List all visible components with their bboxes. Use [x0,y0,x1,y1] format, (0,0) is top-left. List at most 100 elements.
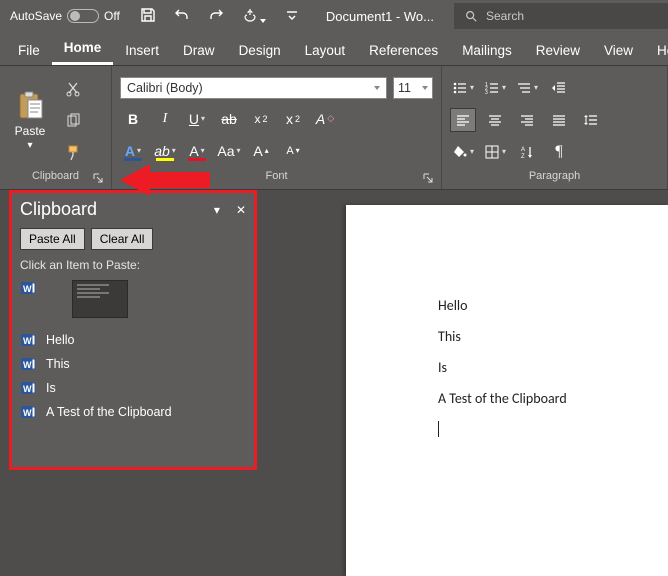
autosave-switch[interactable] [67,9,99,23]
word-icon: W [20,280,36,296]
autosave-state: Off [104,9,120,23]
bold-button[interactable]: B [120,107,146,131]
tab-help[interactable]: Help [645,36,668,65]
word-icon: W [20,332,36,348]
svg-text:Z: Z [521,154,525,160]
clipboard-item-text: This [46,357,70,371]
font-family-value: Calibri (Body) [127,81,203,95]
bullets-button[interactable]: ▾ [450,76,476,100]
clipboard-item[interactable]: W Is [20,378,246,398]
chevron-down-icon [422,86,428,90]
cut-button[interactable] [62,78,84,100]
svg-text:W: W [23,336,32,346]
search-placeholder: Search [486,9,524,23]
tab-home[interactable]: Home [52,33,114,65]
pane-close-icon[interactable]: ✕ [236,203,246,217]
grow-font-button[interactable]: A▴ [248,139,274,163]
justify-button[interactable] [546,108,572,132]
tab-design[interactable]: Design [227,36,293,65]
clipboard-item-text: Is [46,381,56,395]
pane-options-icon[interactable]: ▾ [214,203,220,217]
multilevel-list-button[interactable]: ▾ [514,76,540,100]
align-right-button[interactable] [514,108,540,132]
document-title: Document1 - Wo... [326,9,434,24]
paragraph-group-label: Paragraph [529,170,580,182]
clipboard-item-text: A Test of the Clipboard [46,405,172,419]
subscript-button[interactable]: x2 [248,107,274,131]
format-painter-button[interactable] [62,142,84,164]
font-size-select[interactable]: 11 [393,77,433,99]
clipboard-pane-hint: Click an Item to Paste: [12,254,254,278]
word-icon: W [20,404,36,420]
clipboard-pane: Clipboard ▾ ✕ Paste All Clear All Click … [9,190,257,470]
highlight-button[interactable]: ab▾ [152,139,178,163]
align-center-button[interactable] [482,108,508,132]
search-box[interactable]: Search [454,3,668,29]
shrink-font-button[interactable]: A▾ [280,139,306,163]
font-family-select[interactable]: Calibri (Body) [120,77,387,99]
text-effects-button[interactable]: A▾ [120,139,146,163]
svg-text:W: W [23,408,32,418]
decrease-indent-button[interactable] [546,76,572,100]
search-icon [464,9,478,23]
superscript-button[interactable]: x2 [280,107,306,131]
change-case-button[interactable]: Aa▾ [216,139,242,163]
clipboard-pane-title: Clipboard [20,199,97,220]
italic-button[interactable]: I [152,107,178,131]
tab-insert[interactable]: Insert [113,36,171,65]
redo-icon[interactable] [208,7,224,26]
ribbon: Paste ▾ Clipboard Calibri (Body) [0,66,668,190]
paste-label: Paste [15,124,46,138]
tab-view[interactable]: View [592,36,645,65]
autosave-toggle[interactable]: AutoSave Off [0,9,130,23]
word-icon: W [20,356,36,372]
show-hide-button[interactable]: ¶ [546,140,572,164]
sort-button[interactable]: AZ [514,140,540,164]
word-icon: W [20,380,36,396]
clipboard-thumbnail [72,280,128,318]
quick-access-toolbar [130,7,310,26]
tab-draw[interactable]: Draw [171,36,227,65]
clipboard-item[interactable]: W [20,278,246,326]
tab-references[interactable]: References [357,36,450,65]
clipboard-group-label: Clipboard [32,170,79,182]
underline-button[interactable]: U▾ [184,107,210,131]
clear-formatting-button[interactable]: A◇ [312,107,338,131]
borders-button[interactable]: ▾ [482,140,508,164]
line-spacing-button[interactable] [578,108,604,132]
svg-text:W: W [23,284,32,294]
title-bar: AutoSave Off Document1 - Wo... Search [0,0,668,32]
customize-qat-icon[interactable] [284,7,300,26]
numbering-button[interactable]: 123▾ [482,76,508,100]
chevron-down-icon: ▾ [27,140,32,151]
svg-text:A: A [521,147,525,153]
touch-mode-icon[interactable] [242,7,266,26]
font-color-button[interactable]: A▾ [184,139,210,163]
shading-button[interactable]: ▾ [450,140,476,164]
save-icon[interactable] [140,7,156,26]
tab-mailings[interactable]: Mailings [450,36,524,65]
group-font: Calibri (Body) 11 B I U▾ ab x2 x2 A◇ [112,66,442,189]
tab-review[interactable]: Review [524,36,592,65]
align-left-button[interactable] [450,108,476,132]
svg-text:W: W [23,384,32,394]
group-clipboard: Paste ▾ Clipboard [0,66,112,189]
clear-all-button[interactable]: Clear All [91,228,154,250]
clipboard-dialog-launcher[interactable] [91,171,105,185]
group-paragraph: ▾ 123▾ ▾ ▾ ▾ AZ ¶ [442,66,668,189]
clipboard-item[interactable]: W This [20,354,246,374]
ribbon-tabs: File Home Insert Draw Design Layout Refe… [0,32,668,66]
undo-icon[interactable] [174,7,190,26]
copy-button[interactable] [62,110,84,132]
document-line: Hello [438,297,668,314]
tab-file[interactable]: File [6,36,52,65]
font-group-label: Font [265,170,287,182]
font-dialog-launcher[interactable] [421,171,435,185]
document-page[interactable]: Hello This Is A Test of the Clipboard [346,205,668,576]
clipboard-item[interactable]: W Hello [20,330,246,350]
tab-layout[interactable]: Layout [293,36,358,65]
clipboard-item[interactable]: W A Test of the Clipboard [20,402,246,422]
strikethrough-button[interactable]: ab [216,107,242,131]
paste-button[interactable]: Paste ▾ [8,88,52,151]
paste-all-button[interactable]: Paste All [20,228,85,250]
